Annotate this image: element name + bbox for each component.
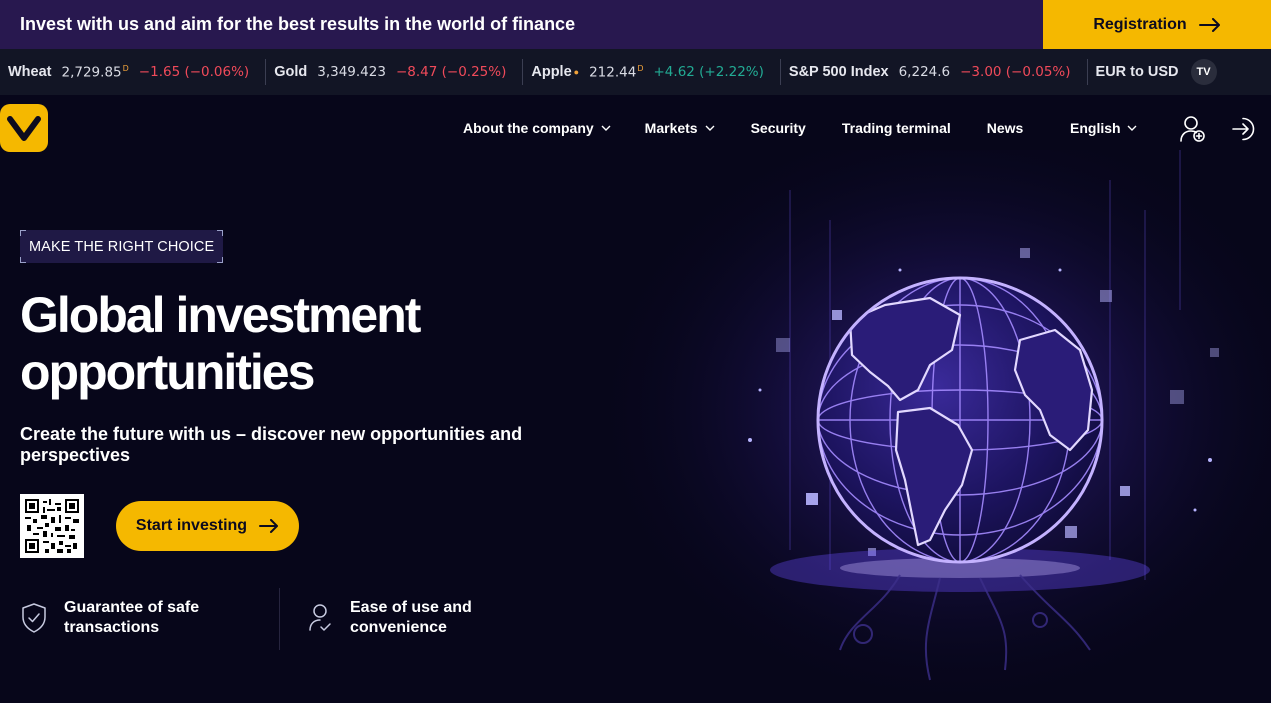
language-label: English (1070, 120, 1121, 136)
ticker-change: −3.00 (−0.05%) (960, 64, 1071, 80)
ticker-item-sp500[interactable]: S&P 500 Index 6,224.6 −3.00 (−0.05%) (781, 59, 1088, 85)
ticker-tape[interactable]: Wheat 2,729.85D −1.65 (−0.06%) Gold 3,34… (0, 49, 1271, 95)
nav-item-about[interactable]: About the company (463, 120, 611, 136)
registration-button[interactable]: Registration (1043, 0, 1271, 49)
ticker-symbol: S&P 500 Index (788, 64, 889, 80)
nav-item-trading-terminal[interactable]: Trading terminal (842, 120, 951, 136)
nav-item-markets[interactable]: Markets (645, 120, 715, 136)
site-logo[interactable] (0, 104, 48, 152)
logo-mark-icon (7, 116, 41, 141)
hero-title: Global investment opportunities (20, 287, 580, 401)
app-download-qr-code (20, 494, 84, 558)
registration-label: Registration (1093, 15, 1187, 33)
feature-ease-of-use: Ease of use and convenience (306, 598, 472, 638)
chevron-down-icon (705, 125, 715, 131)
ticker-item-wheat[interactable]: Wheat 2,729.85D −1.65 (−0.06%) (0, 59, 267, 85)
hero-tagline: MAKE THE RIGHT CHOICE (20, 230, 224, 263)
start-investing-button[interactable]: Start investing (116, 501, 299, 551)
arrow-right-icon (1198, 17, 1220, 32)
ticker-price: 2,729.85D (61, 63, 129, 81)
feature-safe-transactions: Guarantee of safe transactions (20, 598, 199, 638)
nav-item-news[interactable]: News (987, 120, 1024, 136)
arrow-right-icon (259, 519, 279, 533)
feature-divider (279, 588, 280, 650)
start-investing-label: Start investing (135, 517, 248, 534)
ticker-price: 212.44D (589, 63, 644, 81)
ticker-change: −1.65 (−0.06%) (138, 64, 250, 80)
market-status-dot-icon: ● (573, 67, 580, 77)
ticker-item-apple[interactable]: Apple ● 212.44D +4.62 (+2.22%) (523, 59, 781, 85)
nav-label: About the company (463, 120, 594, 136)
nav-label: Trading terminal (841, 120, 951, 136)
main-nav: About the company Markets Security Tradi… (463, 113, 1023, 143)
globe-illustration (600, 150, 1271, 703)
login-icon[interactable] (1231, 116, 1257, 142)
ticker-item-gold[interactable]: Gold 3,349.423 −8.47 (−0.25%) (266, 59, 524, 85)
ticker-price: 6,224.6 (898, 64, 951, 80)
chevron-down-icon (1127, 125, 1137, 131)
feature-line: Ease of use and (350, 599, 472, 616)
feature-line: Guarantee of safe (64, 599, 200, 616)
user-add-icon[interactable] (1180, 115, 1206, 143)
ticker-symbol: EUR to USD (1095, 64, 1179, 80)
hero-title-line: Global investment (20, 287, 421, 343)
language-selector[interactable]: English (1070, 113, 1137, 143)
ticker-price: 3,349.423 (317, 64, 386, 80)
hero-title-line: opportunities (20, 344, 315, 400)
feature-line: transactions (64, 619, 160, 636)
nav-item-security[interactable]: Security (751, 120, 806, 136)
promo-bar: Invest with us and aim for the best resu… (0, 0, 1271, 49)
hero-subtitle: Create the future with us – discover new… (20, 424, 523, 465)
feature-text: Ease of use and convenience (350, 598, 472, 638)
ticker-item-eurusd[interactable]: EUR to USD TV (1088, 59, 1233, 85)
feature-text: Guarantee of safe transactions (64, 598, 199, 638)
nav-label: Markets (644, 120, 698, 136)
ticker-symbol: Apple (531, 64, 572, 80)
chevron-down-icon (601, 125, 611, 131)
nav-label: News (986, 120, 1024, 136)
ticker-change: −8.47 (−0.25%) (395, 64, 507, 80)
ticker-symbol: Wheat (8, 64, 52, 80)
nav-label: Security (750, 120, 806, 136)
shield-check-icon (22, 603, 46, 633)
tradingview-logo-icon[interactable]: TV (1190, 59, 1217, 85)
feature-line: convenience (350, 619, 447, 636)
user-check-icon (309, 604, 331, 631)
ticker-symbol: Gold (274, 64, 308, 80)
tagline-text: MAKE THE RIGHT CHOICE (29, 238, 215, 255)
promo-text: Invest with us and aim for the best resu… (20, 14, 576, 34)
ticker-change: +4.62 (+2.22%) (653, 64, 764, 80)
